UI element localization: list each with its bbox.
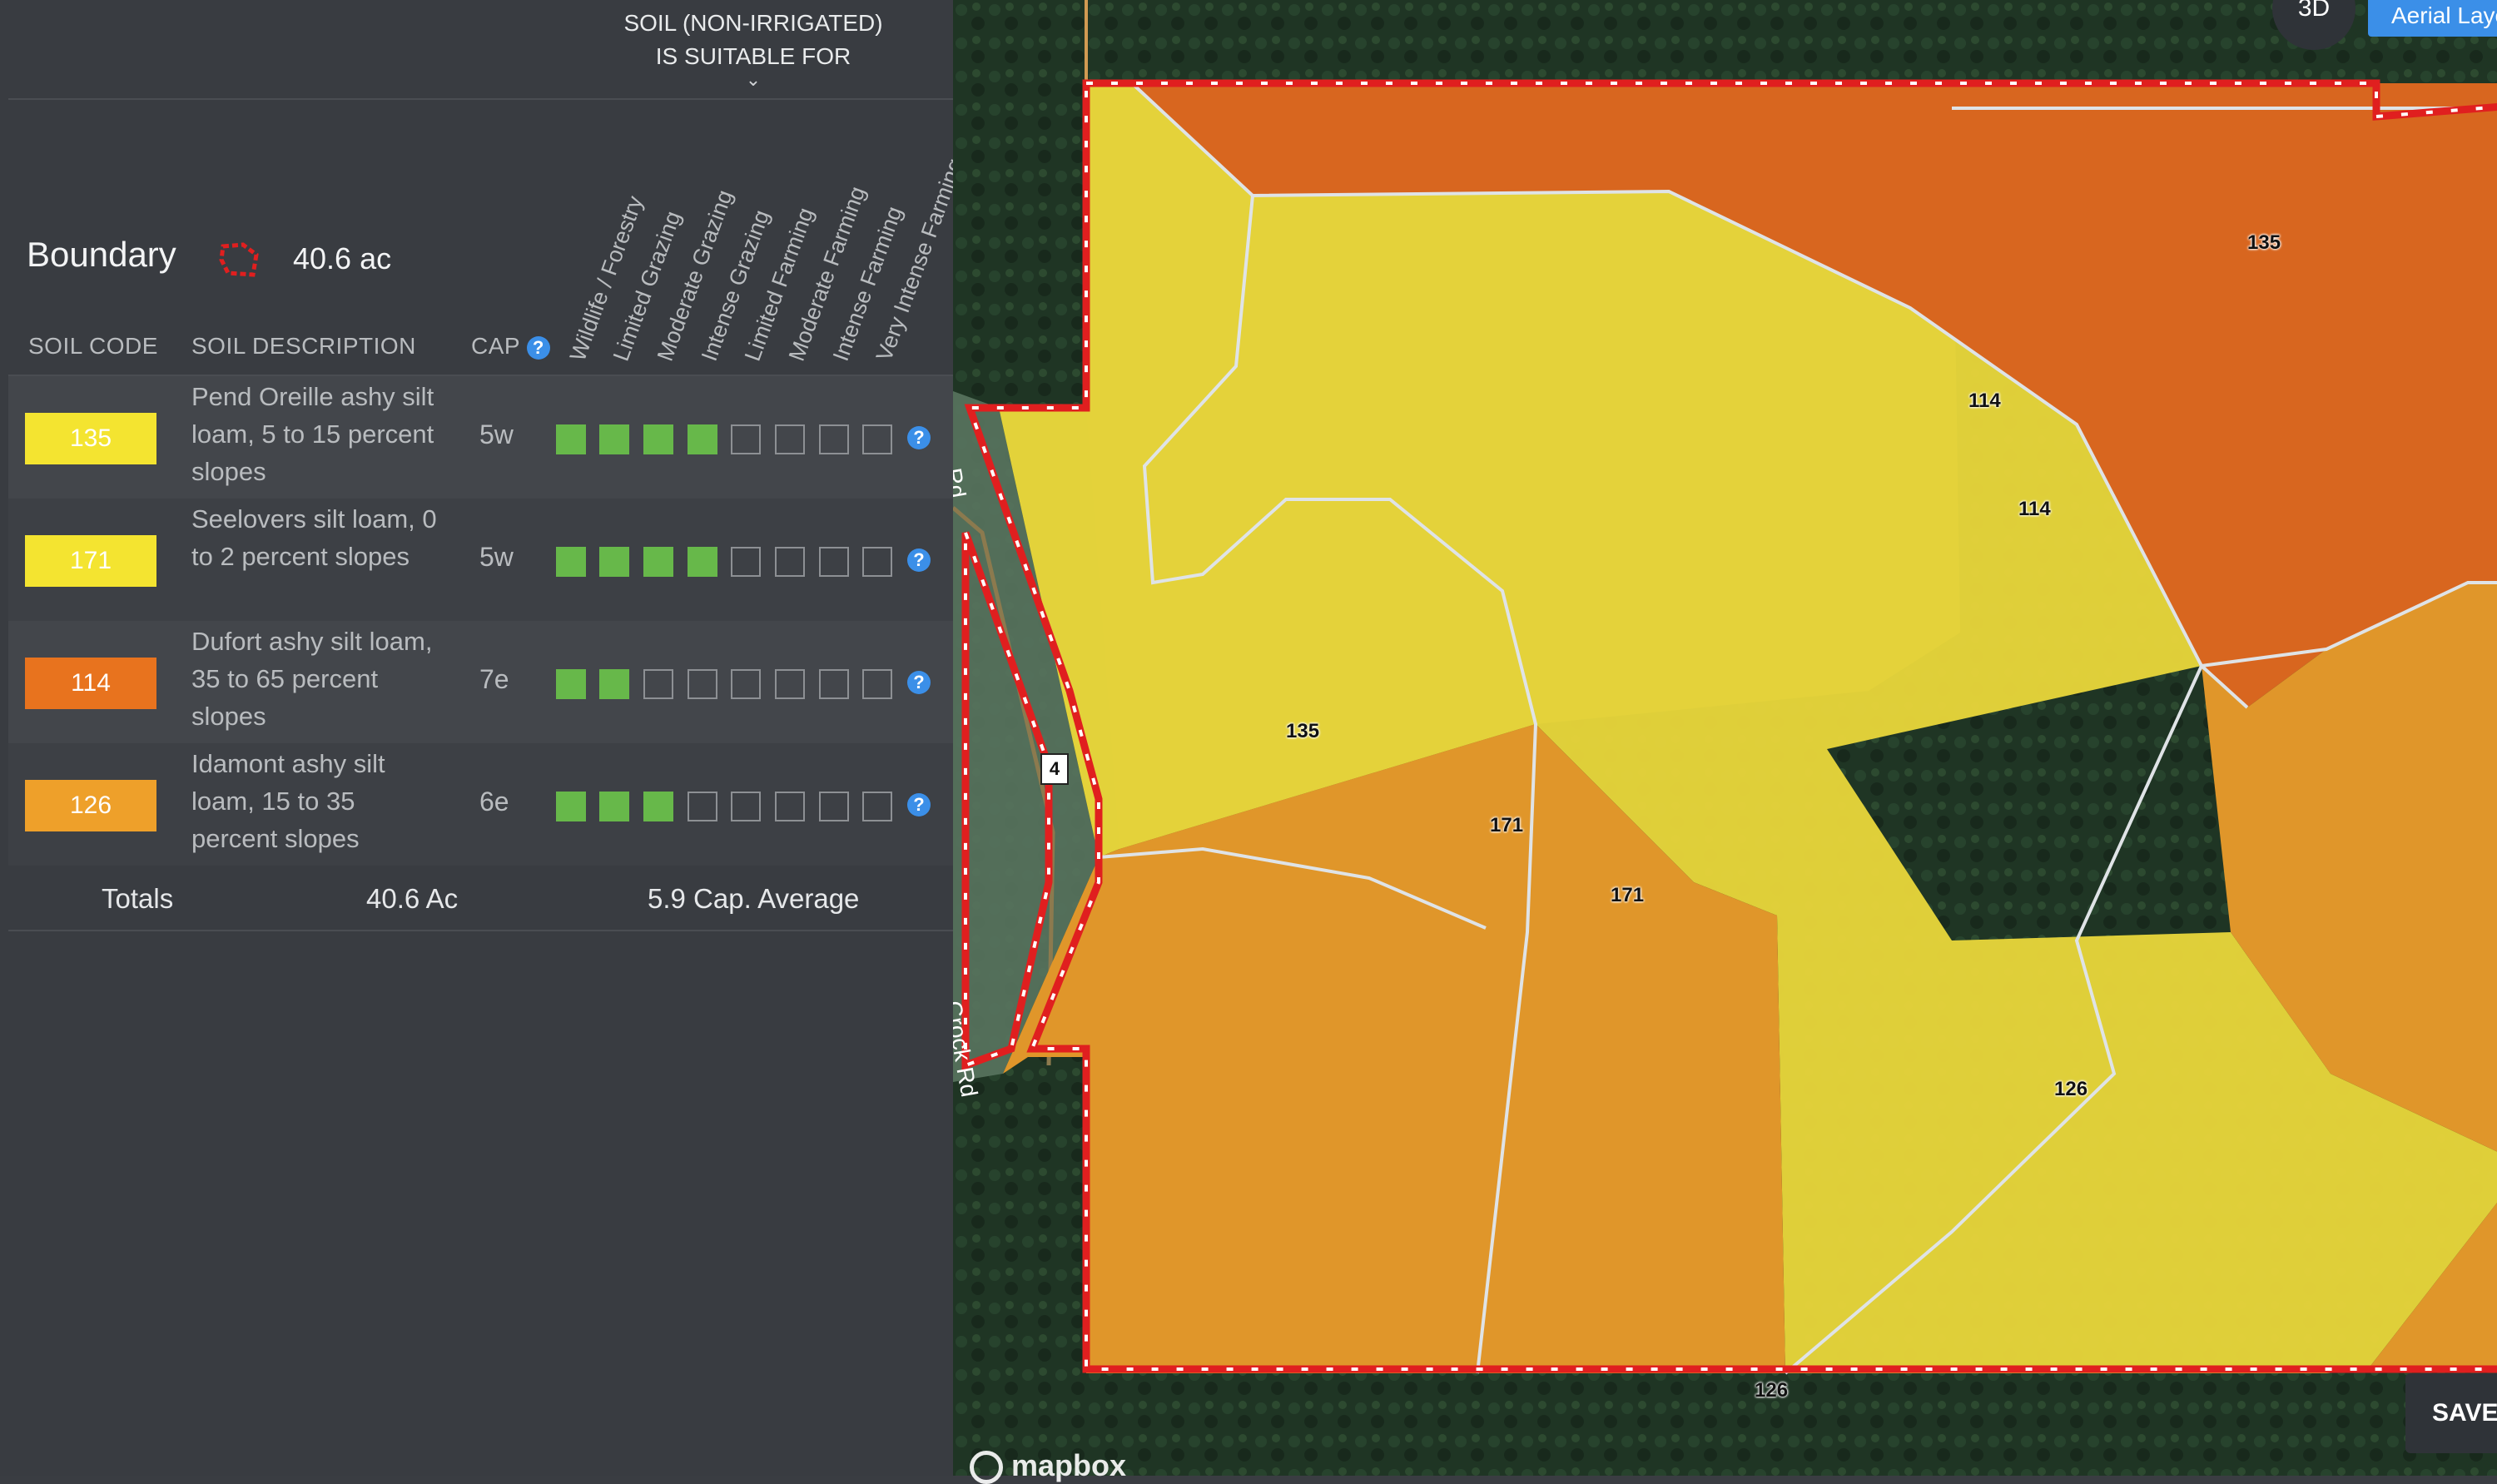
suitability-cell	[819, 669, 849, 699]
suitability-cell	[862, 424, 892, 454]
mapbox-attribution: mapbox	[970, 1448, 1126, 1484]
suitability-cell	[731, 424, 761, 454]
mapbox-label: mapbox	[1011, 1448, 1127, 1482]
soil-map-label: 114	[1968, 390, 2001, 412]
divider	[8, 930, 953, 931]
highway-shield-icon: 4	[1040, 753, 1069, 785]
boundary-label: Boundary	[27, 235, 176, 274]
soil-description: Seelovers silt loam, 0 to 2 percent slop…	[191, 504, 437, 571]
suitability-cell	[731, 669, 761, 699]
suitability-cell	[862, 547, 892, 577]
totals-cap-average: 5.9 Cap. Average	[648, 883, 860, 914]
map-canvas[interactable]	[953, 0, 2497, 1476]
help-icon[interactable]: ?	[907, 426, 931, 449]
suitability-cell	[819, 792, 849, 821]
suitability-cell	[688, 792, 717, 821]
suitability-cell	[731, 792, 761, 821]
mapbox-logo-icon	[970, 1451, 1003, 1484]
help-icon[interactable]: ?	[907, 671, 931, 694]
suitability-cell	[599, 547, 629, 577]
soil-code-badge: 114	[25, 658, 156, 709]
boundary-polygon-icon[interactable]	[218, 241, 261, 278]
column-soil-code: SOIL CODE	[28, 333, 158, 359]
save-button[interactable]: SAVE	[2405, 1373, 2497, 1453]
suitability-cell	[775, 669, 805, 699]
soil-map-label: 114	[2018, 498, 2051, 520]
suitability-cell	[819, 424, 849, 454]
divider	[8, 98, 953, 100]
help-icon[interactable]: ?	[907, 548, 931, 572]
suitability-cell	[731, 547, 761, 577]
soil-code-badge: 126	[25, 780, 156, 831]
table-row[interactable]: 114 Dufort ashy silt loam, 35 to 65 perce…	[8, 621, 953, 743]
suitability-cell	[688, 424, 717, 454]
suitability-cell	[556, 547, 586, 577]
table-row[interactable]: 135 Pend Oreille ashy silt loam, 5 to 15 …	[8, 376, 953, 499]
soil-cap: 6e	[479, 787, 509, 816]
chevron-down-icon[interactable]: ⌄	[599, 71, 907, 89]
soil-code-badge: 135	[25, 413, 156, 464]
table-row[interactable]: 171 Seelovers silt loam, 0 to 2 percent s…	[8, 499, 953, 621]
suitability-cell	[643, 792, 673, 821]
soil-description: Idamont ashy silt loam, 15 to 35 percent…	[191, 749, 385, 853]
soil-cap: 5w	[479, 542, 514, 572]
suitability-cell	[643, 424, 673, 454]
boundary-area: 40.6 ac	[293, 241, 392, 275]
suitability-cell	[556, 669, 586, 699]
suitability-cell	[688, 547, 717, 577]
totals-label: Totals	[102, 883, 174, 914]
soil-map-label: 171	[1490, 814, 1524, 836]
soil-map-label: 135	[2247, 231, 2281, 254]
suitability-header-line1: SOIL (NON-IRRIGATED)	[623, 10, 883, 36]
soil-map[interactable]: 135 114 114 135 171 171 126 126 Rd Crock Rd 4	[953, 0, 2497, 1476]
column-cap-label: CAP	[471, 333, 520, 359]
suitability-cell	[556, 424, 586, 454]
suitability-cell	[775, 547, 805, 577]
table-row[interactable]: 126 Idamont ashy silt loam, 15 to 35 perc…	[8, 743, 953, 866]
soil-map-label: 171	[1611, 884, 1645, 906]
suitability-header-line2: IS SUITABLE FOR	[655, 43, 851, 69]
aerial-layers-button[interactable]: Aerial Layers	[2368, 0, 2497, 37]
soil-description: Dufort ashy silt loam, 35 to 65 percent …	[191, 627, 433, 731]
soil-map-label: 126	[1755, 1379, 1789, 1402]
suitability-cell	[862, 792, 892, 821]
suitability-cell	[775, 792, 805, 821]
suitability-cell	[556, 792, 586, 821]
soil-code-badge: 171	[25, 535, 156, 587]
suitability-cell	[819, 547, 849, 577]
suitability-cell	[643, 669, 673, 699]
suitability-cell	[599, 792, 629, 821]
help-icon[interactable]: ?	[526, 335, 550, 360]
totals-area: 40.6 Ac	[366, 883, 459, 914]
suitability-cell	[688, 669, 717, 699]
soil-map-label: 126	[2054, 1078, 2088, 1100]
help-icon[interactable]: ?	[907, 793, 931, 816]
soil-cap: 5w	[479, 419, 514, 449]
suitability-cell	[775, 424, 805, 454]
totals-row: Totals 40.6 Ac 5.9 Cap. Average	[0, 870, 953, 930]
suitability-cell	[599, 424, 629, 454]
soil-cap: 7e	[479, 664, 509, 694]
column-cap: CAP ?	[471, 333, 550, 360]
soil-map-label: 135	[1286, 720, 1320, 742]
suitability-cell	[643, 547, 673, 577]
suitability-header[interactable]: SOIL (NON-IRRIGATED) IS SUITABLE FOR ⌄	[599, 7, 907, 89]
suitability-cell	[599, 669, 629, 699]
suitability-cell	[862, 669, 892, 699]
soil-description: Pend Oreille ashy silt loam, 5 to 15 per…	[191, 382, 434, 486]
column-soil-description: SOIL DESCRIPTION	[191, 333, 416, 359]
soil-report-panel: SOIL (NON-IRRIGATED) IS SUITABLE FOR ⌄ B…	[0, 0, 968, 1476]
